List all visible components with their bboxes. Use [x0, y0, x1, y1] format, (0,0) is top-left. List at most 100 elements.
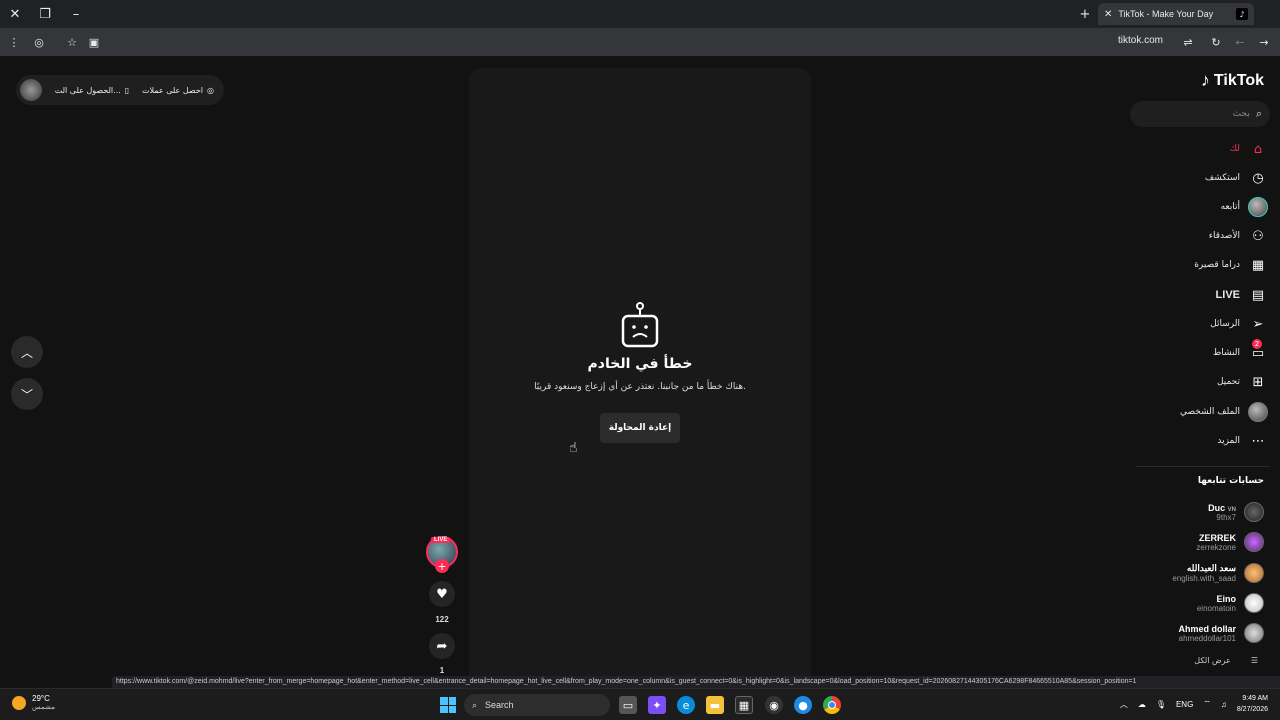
start-button[interactable]: [440, 697, 456, 713]
account-avatar: [1244, 532, 1264, 552]
account-item[interactable]: ZERREK zerrekzone: [1196, 528, 1264, 556]
system-tray: ︿ ☁ 🎙 ENG ⌔ ♫ 9:49 AM 8/27/2026: [1120, 693, 1268, 715]
nav-live[interactable]: LIVE ▤: [1216, 282, 1268, 308]
account-name: Eino: [1216, 593, 1237, 604]
account-name: Ahmed dollar: [1178, 623, 1236, 634]
status-bar-url: https://www.tiktok.com/@zeid.mohmd/live?…: [112, 676, 1280, 688]
copilot-icon[interactable]: ✦: [648, 696, 666, 714]
site-settings-icon[interactable]: ⇌: [1180, 34, 1196, 50]
nav-short-drama[interactable]: دراما قصيرة ▦: [1194, 252, 1268, 278]
windows-taskbar: 29°C مشمس ⌕ Search ▭ ✦ e ▬ ▦ ◉ ● ︿ ☁ 🎙 E…: [0, 688, 1280, 720]
nav-label: تحميل: [1216, 377, 1240, 387]
forward-icon[interactable]: ←: [1232, 34, 1248, 50]
minimize-window-icon[interactable]: –: [66, 4, 86, 24]
nav-messages[interactable]: الرسائل ➢: [1210, 311, 1268, 337]
account-avatar: [1244, 563, 1264, 583]
mic-icon[interactable]: 🎙: [1156, 700, 1166, 709]
search-icon: ⌕: [472, 699, 478, 710]
cloud-icon[interactable]: ☁: [1138, 700, 1146, 709]
store-icon[interactable]: ▦: [735, 696, 753, 714]
error-title: خطأ في الخادم: [587, 356, 693, 372]
chevron-down-icon: ﹀: [20, 387, 33, 402]
extension-icon[interactable]: ▣: [86, 34, 102, 50]
user-avatar[interactable]: [20, 79, 42, 101]
tiktok-note-icon: ♪: [1200, 70, 1210, 90]
tiktok-favicon-icon: ♪: [1236, 8, 1248, 20]
browser-tab[interactable]: ✕ TikTok - Make Your Day ♪: [1098, 3, 1254, 25]
live-icon: ▤: [1251, 287, 1265, 303]
tiktok-logo[interactable]: ♪ TikTok: [1201, 70, 1264, 91]
wifi-icon[interactable]: ⌔: [1203, 699, 1211, 709]
taskbar-search-label: Search: [485, 700, 514, 710]
nav-friends[interactable]: الأصدقاء ⚇: [1209, 223, 1268, 249]
tab-title: TikTok - Make Your Day: [1118, 9, 1214, 19]
chevron-up-icon[interactable]: ︿: [1120, 699, 1128, 710]
account-item[interactable]: Duc VN 9thx7: [1208, 498, 1264, 526]
video-player-panel: خطأ في الخادم هناك خطأ ما من جانبنا. نعت…: [469, 68, 811, 688]
nav-label: النشاط: [1212, 348, 1240, 358]
nav-label: دراما قصيرة: [1194, 260, 1240, 270]
follow-plus-button[interactable]: +: [435, 559, 449, 573]
previous-video-button[interactable]: ︿: [11, 336, 43, 368]
following-avatar-icon: [1248, 197, 1268, 217]
chrome-icon[interactable]: [823, 696, 841, 714]
nav-following[interactable]: أتابعه: [1221, 194, 1268, 220]
nav-more[interactable]: المزيد ⋯: [1217, 428, 1268, 454]
next-video-button[interactable]: ﹀: [11, 378, 43, 410]
retry-button[interactable]: إعادة المحاولة: [600, 413, 680, 443]
drama-icon: ▦: [1251, 257, 1265, 273]
file-explorer-icon[interactable]: ▬: [706, 696, 724, 714]
nav-for-you[interactable]: لك ⌂: [1230, 136, 1268, 162]
get-app-label: الحصول على الت...: [54, 85, 121, 95]
app-blue-icon[interactable]: ●: [794, 696, 812, 714]
account-item[interactable]: Eino einomatoin: [1197, 589, 1264, 617]
edge-icon[interactable]: e: [677, 696, 695, 714]
tiktok-page: الحصول على الت... ▯ احصل على عملات ◎ ︿ ﹀…: [0, 56, 1280, 688]
restore-window-icon[interactable]: ❐: [35, 4, 55, 24]
nav-explore[interactable]: استكشف ◷: [1205, 165, 1268, 191]
search-input[interactable]: بحث ⌕: [1130, 101, 1270, 127]
coin-icon: ◎: [207, 85, 214, 95]
menu-dots-icon[interactable]: ⋮: [6, 34, 22, 50]
get-app-button[interactable]: الحصول على الت... ▯: [55, 86, 129, 95]
more-icon: ⋯: [1251, 433, 1265, 449]
task-view-icon[interactable]: ▭: [619, 696, 637, 714]
chevron-up-icon: ︿: [20, 345, 33, 360]
weather-temp: 29°C: [32, 694, 50, 703]
close-window-icon[interactable]: ✕: [5, 4, 25, 24]
see-all-link[interactable]: عرض الكل ☰: [1194, 656, 1258, 665]
tab-close-icon[interactable]: ✕: [1104, 9, 1112, 20]
account-avatar: [1244, 623, 1264, 643]
hand-cursor-icon: ☝: [569, 440, 578, 456]
taskbar-search[interactable]: ⌕ Search: [464, 694, 610, 716]
browser-address-bar: ⋮ ◎ ☆ ▣ tiktok.com ⇌ ↻ ← →: [0, 28, 1280, 56]
url-field[interactable]: tiktok.com: [1118, 35, 1163, 46]
app-icon[interactable]: ◉: [765, 696, 783, 714]
profile-icon[interactable]: ◎: [31, 34, 47, 50]
back-icon[interactable]: →: [1256, 34, 1272, 50]
following-accounts-title: حسابات تتابعها: [1197, 476, 1264, 486]
nav-activity[interactable]: النشاط ▭ 2: [1212, 339, 1268, 366]
upload-icon: ⊞: [1252, 374, 1264, 390]
account-handle: einomatoin: [1196, 603, 1236, 613]
profile-icon: [1248, 402, 1268, 422]
get-coins-button[interactable]: احصل على عملات ◎: [142, 86, 214, 95]
weather-desc: مشمس: [32, 704, 55, 711]
reload-icon[interactable]: ↻: [1208, 34, 1224, 50]
share-button[interactable]: ➦: [429, 633, 455, 659]
clock[interactable]: 9:49 AM 8/27/2026: [1237, 693, 1268, 715]
nav-profile[interactable]: الملف الشخصي: [1180, 399, 1268, 425]
like-button[interactable]: ♥: [429, 581, 455, 607]
weather-widget[interactable]: 29°C مشمس: [12, 694, 55, 711]
search-icon: ⌕: [1255, 107, 1262, 120]
nav-label: الأصدقاء: [1208, 231, 1240, 241]
nav-label: أتابعه: [1220, 202, 1240, 212]
account-item[interactable]: سعد العبدالله english.with_saad: [1172, 559, 1264, 587]
bookmark-star-icon[interactable]: ☆: [64, 34, 80, 50]
account-item[interactable]: Ahmed dollar ahmeddollar101: [1178, 619, 1264, 647]
language-indicator[interactable]: ENG: [1176, 700, 1193, 709]
nav-upload[interactable]: تحميل ⊞: [1217, 369, 1268, 395]
phone-icon: ▯: [124, 85, 130, 95]
new-tab-icon[interactable]: +: [1075, 4, 1095, 24]
volume-icon[interactable]: ♫: [1221, 700, 1227, 709]
